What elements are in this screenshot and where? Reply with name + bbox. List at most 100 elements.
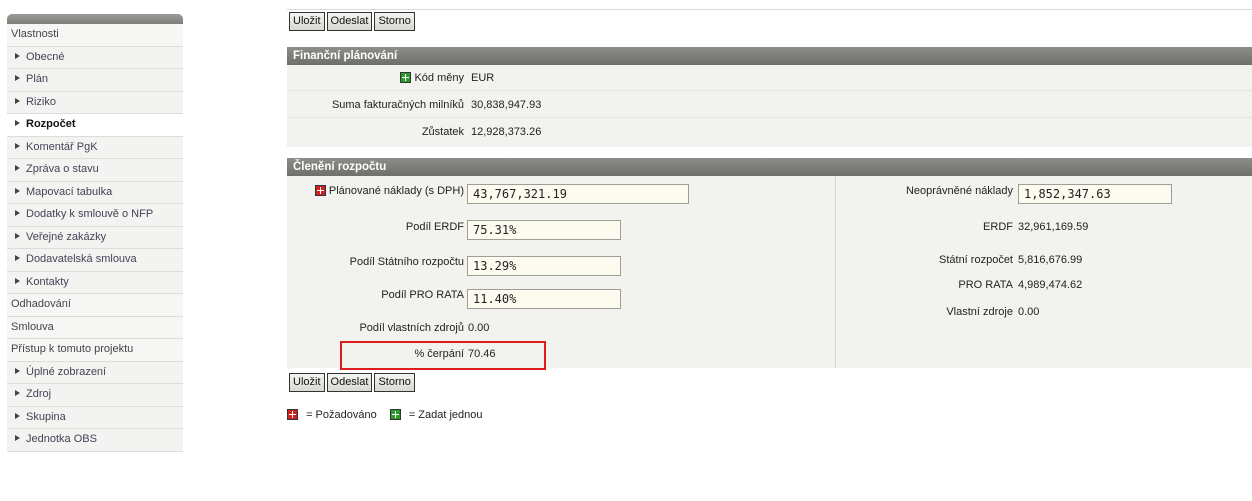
balance-value: 12,928,373.26: [471, 126, 542, 138]
sidebar-item-label: Plán: [26, 73, 49, 85]
sidebar-item-label: Komentář PgK: [26, 140, 98, 153]
financni-planovani-panel: Kód měny EUR Suma fakturačných milníků 3…: [287, 65, 1252, 147]
triangle-right-icon: [15, 232, 20, 239]
ineligible-costs-input[interactable]: [1018, 184, 1172, 204]
erdf-value: 32,961,169.59: [1018, 221, 1089, 233]
sidebar-section-label: Přístup k tomuto projektu: [11, 343, 134, 355]
state-budget-label: Státní rozpočet: [939, 254, 1013, 266]
sidebar-item-0-9[interactable]: Dodavatelská smlouva: [7, 249, 183, 272]
sidebar-item-3-2[interactable]: Skupina: [7, 406, 183, 429]
ineligible-costs-label: Neoprávněné náklady: [905, 185, 1013, 197]
triangle-right-icon: [15, 165, 20, 172]
save-button-bottom[interactable]: Uložit: [289, 373, 325, 392]
financni-planovani-header: Finanční plánování: [287, 47, 1252, 65]
sidebar-item-label: Mapovací tabulka: [26, 185, 113, 198]
sidebar-item-label: Zdroj: [26, 388, 52, 400]
sidebar-section-label: Odhadování: [11, 298, 71, 310]
sidebar-item-0-3[interactable]: Rozpočet: [7, 114, 183, 137]
sidebar-item-label: Veřejné zakázky: [26, 230, 107, 243]
sidebar-item-0-6[interactable]: Mapovací tabulka: [7, 181, 183, 204]
own-resources-share-label: Podíl vlastních zdrojů: [359, 322, 464, 334]
sidebar-item-3-0[interactable]: Úplné zobrazení: [7, 361, 183, 384]
sidebar-item-label: Úplné zobrazení: [26, 365, 107, 378]
sidebar-item-0-5[interactable]: Zpráva o stavu: [7, 159, 183, 182]
sidebar-item-0-1[interactable]: Plán: [7, 69, 183, 92]
cleneni-rozpoctu-panel: Plánované náklady (s DPH) Podíl ERDF Pod…: [287, 176, 1252, 368]
currency-value: EUR: [471, 72, 495, 84]
sidebar-section-label: Vlastnosti: [11, 28, 59, 40]
top-divider: [287, 9, 1252, 10]
sidebar-section-3[interactable]: Přístup k tomuto projektu: [7, 339, 183, 362]
triangle-right-icon: [15, 255, 20, 262]
required-icon: [314, 184, 326, 196]
cancel-button-bottom[interactable]: Storno: [374, 373, 415, 392]
sidebar-item-3-1[interactable]: Zdroj: [7, 384, 183, 407]
required-legend-icon: [287, 408, 298, 420]
triangle-right-icon: [15, 390, 20, 397]
enter-once-legend-icon: [389, 408, 401, 420]
sidebar-item-label: Obecné: [26, 50, 65, 63]
state-budget-share-input[interactable]: [467, 256, 621, 276]
erdf-label: ERDF: [983, 221, 1013, 233]
triangle-right-icon: [15, 210, 20, 217]
triangle-right-icon: [15, 97, 20, 104]
sidebar-item-label: Kontakty: [26, 275, 69, 288]
sidebar-section-0[interactable]: Vlastnosti: [7, 24, 183, 47]
prorata-value: 4,989,474.62: [1018, 279, 1083, 291]
sidebar-item-3-3[interactable]: Jednotka OBS: [7, 429, 183, 452]
send-button-bottom[interactable]: Odeslat: [326, 373, 373, 392]
drawdown-highlight: [340, 341, 546, 370]
currency-label-wrap: Kód měny: [400, 71, 464, 84]
sidebar: Vlastnosti Obecné Plán Riziko Rozpočet Koment…: [7, 14, 183, 452]
erdf-share-label: Podíl ERDF: [405, 221, 464, 233]
sidebar-item-label: Skupina: [26, 410, 66, 423]
state-budget-share-label: Podíl Státního rozpočtu: [349, 256, 464, 268]
prorata-label: PRO RATA: [958, 279, 1013, 291]
planned-costs-input[interactable]: [467, 184, 689, 204]
currency-label: Kód měny: [414, 72, 464, 84]
sidebar-section-1[interactable]: Odhadování: [7, 294, 183, 317]
enter-once-legend-text: = Zadat jednou: [408, 409, 483, 421]
triangle-right-icon: [15, 435, 20, 442]
toolbar-top: Uložit Odeslat Storno: [289, 12, 415, 31]
own-resources-value: 0.00: [1018, 306, 1040, 318]
sidebar-item-label: Dodatky k smlouvě o NFP: [26, 208, 154, 220]
triangle-right-icon: [15, 277, 20, 284]
required-legend-text: = Požadováno: [306, 409, 377, 421]
send-button[interactable]: Odeslat: [326, 12, 373, 31]
triangle-right-icon: [15, 187, 20, 194]
save-button[interactable]: Uložit: [289, 12, 325, 31]
sidebar-section-label: Smlouva: [11, 320, 54, 333]
sidebar-item-0-2[interactable]: Riziko: [7, 91, 183, 114]
triangle-right-icon: [15, 75, 20, 82]
milestones-row: Suma fakturačných milníků 30,838,947.93: [287, 92, 1252, 118]
cleneni-rozpoctu-header: Členění rozpočtu: [287, 158, 1252, 176]
sidebar-item-label: Riziko: [26, 95, 56, 108]
own-resources-label: Vlastní zdroje: [946, 306, 1013, 318]
triangle-right-icon: [15, 367, 20, 374]
state-budget-value: 5,816,676.99: [1018, 254, 1083, 266]
sidebar-item-label: Jednotka OBS: [26, 433, 97, 445]
triangle-right-icon: [15, 142, 20, 149]
triangle-right-icon: [15, 412, 20, 419]
balance-row: Zůstatek 12,928,373.26: [287, 119, 1252, 144]
sidebar-item-0-0[interactable]: Obecné: [7, 46, 183, 69]
milestones-value: 30,838,947.93: [471, 99, 542, 111]
cancel-button[interactable]: Storno: [374, 12, 415, 31]
toolbar-bottom: Uložit Odeslat Storno: [289, 373, 415, 392]
planned-costs-label-wrap: Plánované náklady (s DPH): [314, 184, 464, 197]
sidebar-item-0-10[interactable]: Kontakty: [7, 271, 183, 294]
balance-label: Zůstatek: [421, 126, 464, 138]
sidebar-item-0-4[interactable]: Komentář PgK: [7, 136, 183, 159]
milestones-label: Suma fakturačných milníků: [331, 99, 464, 111]
prorata-share-input[interactable]: [467, 289, 621, 309]
own-resources-share-value: 0.00: [468, 322, 490, 334]
currency-row: Kód měny EUR: [287, 65, 1252, 91]
sidebar-section-2[interactable]: Smlouva: [7, 316, 183, 339]
sidebar-item-0-8[interactable]: Veřejné zakázky: [7, 226, 183, 249]
triangle-right-icon: [15, 52, 20, 59]
sidebar-item-0-7[interactable]: Dodatky k smlouvě o NFP: [7, 204, 183, 227]
erdf-share-input[interactable]: [467, 220, 621, 240]
sidebar-item-label: Rozpočet: [26, 118, 76, 130]
prorata-share-label: Podíl PRO RATA: [381, 289, 464, 301]
